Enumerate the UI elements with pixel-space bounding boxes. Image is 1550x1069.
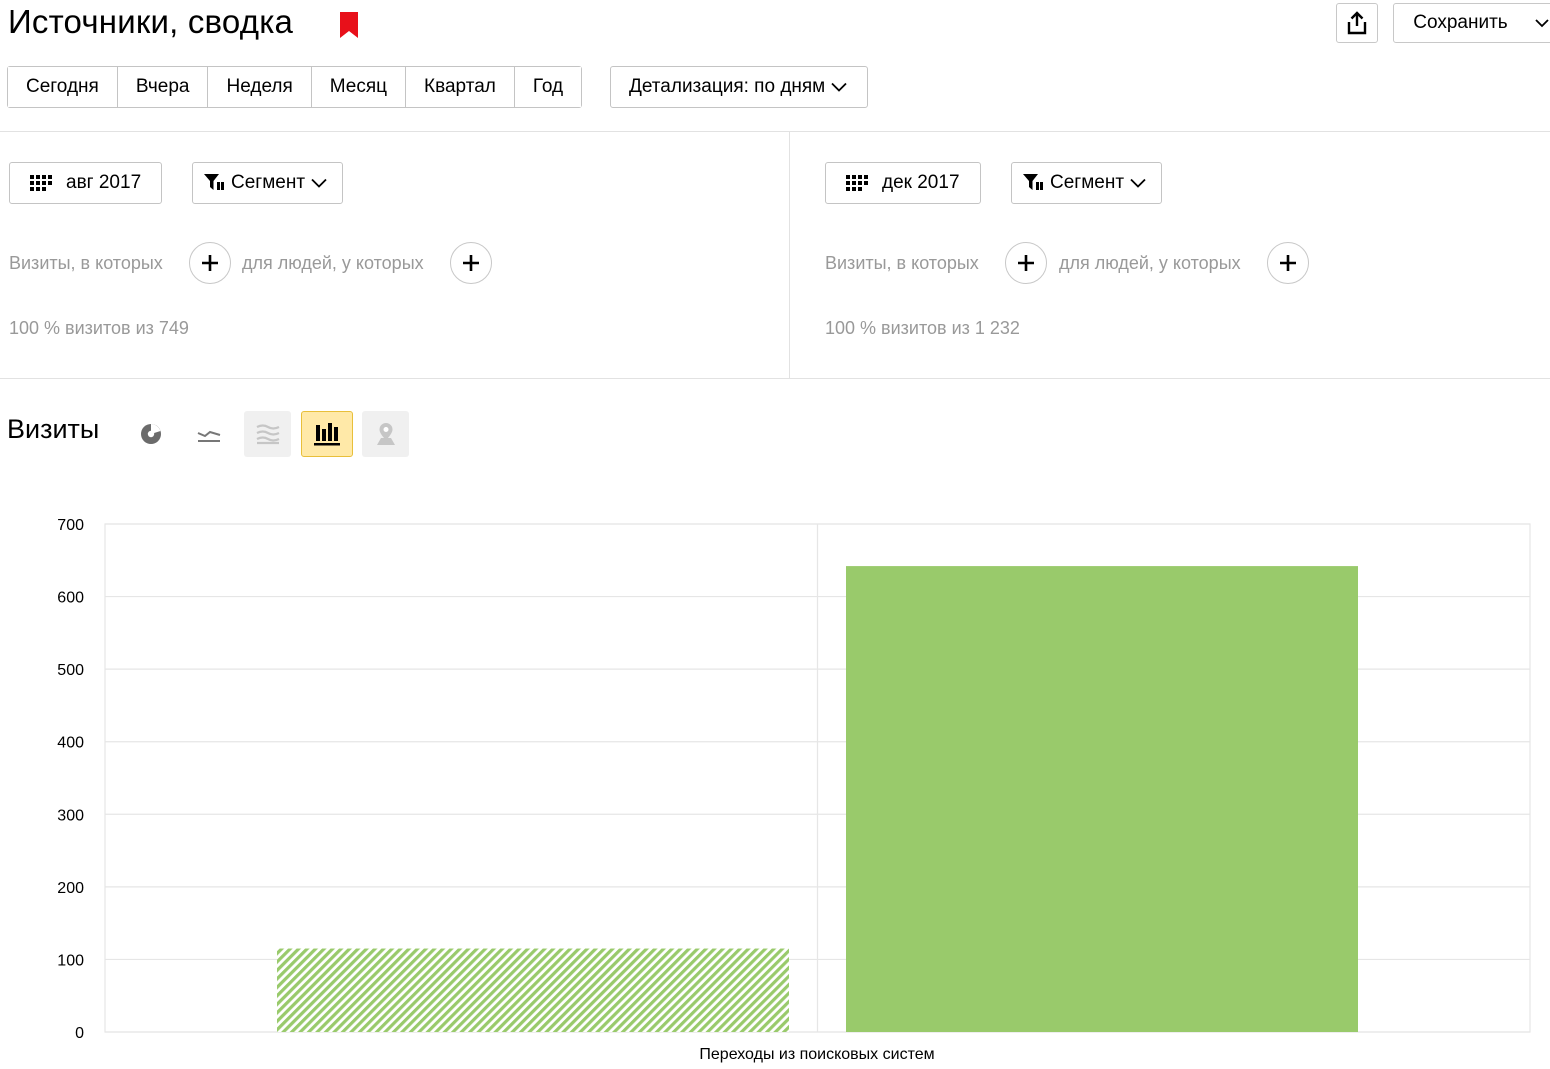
date-label: дек 2017 xyxy=(882,172,960,193)
segment-label: Сегмент xyxy=(1050,172,1125,193)
area-chart-button[interactable] xyxy=(244,411,291,457)
plus-icon xyxy=(1018,255,1034,271)
period-month-button[interactable]: Месяц xyxy=(311,67,407,107)
segment-dropdown[interactable]: Сегмент xyxy=(192,162,343,204)
period-year-button[interactable]: Год xyxy=(514,67,582,107)
visits-title: Визиты xyxy=(7,414,100,444)
pie-chart-icon xyxy=(140,424,161,444)
divider xyxy=(0,131,1550,132)
y-tick-label: 200 xyxy=(57,880,84,897)
share-icon xyxy=(1347,11,1367,35)
visits-condition-label: Визиты, в которых xyxy=(9,253,163,273)
plus-icon xyxy=(463,255,479,271)
area-chart-icon xyxy=(256,424,279,445)
add-visits-condition-button[interactable] xyxy=(189,242,231,284)
x-axis-category-label: Переходы из поисковых систем xyxy=(699,1046,934,1063)
segment-summary: 100 % визитов из 1 232 xyxy=(825,318,1020,338)
date-picker-button[interactable]: авг 2017 xyxy=(9,162,162,204)
add-people-condition-button[interactable] xyxy=(1267,242,1309,284)
segment-label: Сегмент xyxy=(231,172,306,193)
bar-chart-button[interactable] xyxy=(301,411,353,457)
plus-icon xyxy=(202,255,218,271)
period-week-button[interactable]: Неделя xyxy=(208,67,312,107)
date-label: авг 2017 xyxy=(66,172,142,193)
visits-bar-chart: 0 100 200 300 400 500 600 700 Переходы из поиск… xyxy=(57,517,1531,1063)
bar-chart-icon xyxy=(314,423,340,446)
save-dropdown-button[interactable] xyxy=(1527,3,1550,43)
period-quarter-button[interactable]: Квартал xyxy=(406,67,515,107)
bar-aug-2017[interactable] xyxy=(277,948,789,1032)
chevron-down-icon xyxy=(1130,178,1146,188)
y-tick-label: 100 xyxy=(57,952,84,969)
line-chart-icon xyxy=(197,430,220,442)
filter-icon xyxy=(204,174,224,190)
period-yesterday-button[interactable]: Вчера xyxy=(117,67,209,107)
period-selector: Сегодня Вчера Неделя Месяц Квартал Год xyxy=(7,66,583,108)
pie-chart-button[interactable] xyxy=(127,411,174,457)
divider xyxy=(0,378,1550,379)
segment-dropdown[interactable]: Сегмент xyxy=(1011,162,1162,204)
visits-condition-label: Визиты, в которых xyxy=(825,253,979,273)
chevron-down-icon xyxy=(831,82,847,92)
segment-summary: 100 % визитов из 749 xyxy=(9,318,189,338)
share-button[interactable] xyxy=(1336,3,1378,43)
y-tick-label: 500 xyxy=(57,662,84,679)
divider xyxy=(789,132,790,379)
calendar-icon xyxy=(846,175,868,191)
detail-dropdown[interactable]: Детализация: по дням xyxy=(610,66,868,108)
filter-icon xyxy=(1023,174,1043,190)
bookmark-icon[interactable] xyxy=(340,12,358,38)
y-tick-label: 300 xyxy=(57,807,84,824)
page-title: Источники, сводка xyxy=(8,3,294,40)
y-tick-label: 700 xyxy=(57,517,84,534)
detail-label: Детализация: по дням xyxy=(629,76,826,97)
map-button[interactable] xyxy=(362,411,409,457)
y-tick-label: 0 xyxy=(75,1025,84,1042)
chevron-down-icon xyxy=(311,178,327,188)
plus-icon xyxy=(1280,255,1296,271)
period-today-button[interactable]: Сегодня xyxy=(8,67,118,107)
save-button[interactable]: Сохранить xyxy=(1393,3,1528,43)
y-tick-label: 600 xyxy=(57,590,84,607)
people-condition-label: для людей, у которых xyxy=(1059,253,1241,273)
add-people-condition-button[interactable] xyxy=(450,242,492,284)
add-visits-condition-button[interactable] xyxy=(1005,242,1047,284)
y-tick-label: 400 xyxy=(57,735,84,752)
line-chart-button[interactable] xyxy=(185,411,232,457)
map-pin-icon xyxy=(376,423,395,445)
bar-dec-2017[interactable] xyxy=(846,566,1358,1032)
chevron-down-icon xyxy=(1534,19,1549,28)
people-condition-label: для людей, у которых xyxy=(242,253,424,273)
calendar-icon xyxy=(30,175,52,191)
date-picker-button[interactable]: дек 2017 xyxy=(825,162,981,204)
